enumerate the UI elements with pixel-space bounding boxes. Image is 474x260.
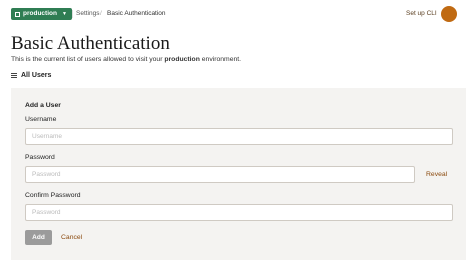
all-users-label: All Users <box>21 72 52 79</box>
confirm-password-label: Confirm Password <box>25 192 81 199</box>
breadcrumb-separator: / <box>100 10 102 17</box>
setup-cli-link[interactable]: Set up CLI <box>406 10 437 17</box>
page-description: This is the current list of users allowe… <box>11 56 241 63</box>
username-placeholder: Username <box>32 133 62 140</box>
page-title: Basic Authentication <box>11 33 170 54</box>
password-placeholder: Password <box>32 171 61 178</box>
description-environment: production <box>164 56 200 63</box>
breadcrumb-settings[interactable]: Settings <box>76 10 100 17</box>
top-bar: production ▼ Settings / Basic Authentica… <box>0 0 474 28</box>
list-icon <box>11 73 17 78</box>
all-users-link[interactable]: All Users <box>11 72 51 79</box>
confirm-password-placeholder: Password <box>32 209 61 216</box>
description-text: This is the current list of users allowe… <box>11 56 165 63</box>
chevron-down-icon: ▼ <box>61 11 67 17</box>
username-input[interactable]: Username <box>25 128 453 145</box>
breadcrumb-basic-authentication: Basic Authentication <box>107 10 166 17</box>
form-heading: Add a User <box>25 102 61 109</box>
confirm-password-input[interactable]: Password <box>25 204 453 221</box>
password-label: Password <box>25 154 55 161</box>
description-text-end: environment. <box>199 56 242 63</box>
reveal-button[interactable]: Reveal <box>426 171 447 178</box>
password-input[interactable]: Password <box>25 166 415 183</box>
environment-selector[interactable]: production ▼ <box>11 8 72 20</box>
cancel-button[interactable]: Cancel <box>61 234 82 241</box>
avatar[interactable] <box>441 6 457 22</box>
environment-label: production <box>23 10 57 17</box>
environment-icon <box>15 11 20 17</box>
username-label: Username <box>25 116 57 123</box>
divider <box>72 10 73 18</box>
add-button[interactable]: Add <box>25 230 52 245</box>
